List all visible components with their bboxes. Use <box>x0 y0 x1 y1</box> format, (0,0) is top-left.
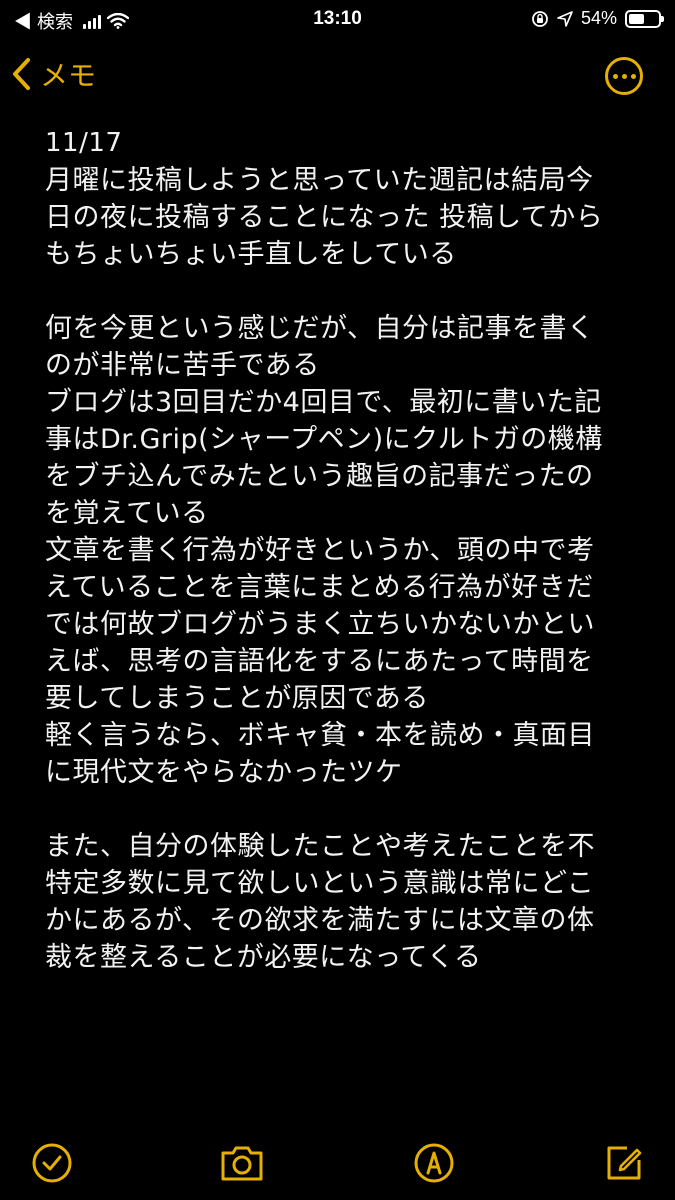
note-line: 日の夜に投稿することになった 投稿してから <box>45 202 604 233</box>
note-line: また、自分の体験したことや考えたことを不 <box>45 831 595 862</box>
note-line: 事はDr.Grip(シャープペン)にクルトガの機構 <box>45 424 603 455</box>
compose-icon <box>607 1146 642 1180</box>
back-button-label: メモ <box>40 59 97 92</box>
status-bar: ◀ 検索 13:10 54% <box>0 0 675 40</box>
battery-percent: 54% <box>580 8 617 28</box>
note-line: を覚えている <box>45 498 209 529</box>
note-line: 要してしまうことが原因である <box>45 683 429 714</box>
note-line: 文章を書く行為が好きというか、頭の中で考 <box>45 535 595 566</box>
ellipsis-circle-icon <box>612 73 618 79</box>
note-line: 何を今更という感じだが、自分は記事を書く <box>45 313 595 344</box>
new-note-button[interactable] <box>601 1140 647 1186</box>
chevron-left-icon <box>13 58 30 90</box>
note-line: 特定多数に見て欲しいという意識は常にどこ <box>45 868 595 899</box>
checkmark-circle-icon <box>32 1143 72 1183</box>
note-line: えていることを言葉にまとめる行為が好きだ <box>45 572 594 603</box>
note-blank-line <box>45 273 645 310</box>
note-blank-line <box>45 791 645 828</box>
scroll-fade <box>0 1080 675 1130</box>
note-line: をブチ込んでみたという趣旨の記事だったの <box>45 461 594 492</box>
note-line: えば、思考の言語化をするにあたって時間を <box>45 646 594 677</box>
note-line: かにあるが、その欲求を満たすには文章の体 <box>45 905 595 936</box>
back-button[interactable]: メモ <box>10 54 96 94</box>
note-line: では何故ブログがうまく立ちいかないかとい <box>45 609 595 640</box>
camera-button[interactable] <box>219 1140 265 1186</box>
note-line: 軽く言うなら、ボキャ貧・本を読め・真面目 <box>45 720 595 751</box>
note-line: のが非常に苦手である <box>45 350 320 381</box>
camera-icon <box>221 1146 263 1181</box>
location-arrow-icon <box>557 10 573 27</box>
note-line: 裁を整えることが必要になってくる <box>45 942 482 973</box>
markup-pen-icon <box>414 1143 454 1183</box>
note-body[interactable]: 11/17 月曜に投稿しようと思っていた週記は結局今 日の夜に投稿することになった… <box>45 125 645 1115</box>
bottom-toolbar <box>0 1130 675 1200</box>
checklist-button[interactable] <box>29 1140 75 1186</box>
note-date: 11/17 <box>45 128 123 158</box>
note-line: 月曜に投稿しようと思っていた週記は結局今 <box>45 165 594 196</box>
more-options-button[interactable] <box>605 57 643 95</box>
markup-button[interactable] <box>411 1140 457 1186</box>
battery-icon <box>625 9 664 28</box>
orientation-lock-icon <box>532 10 548 27</box>
note-line: ブログは3回目だか4回目で、最初に書いた記 <box>45 387 602 418</box>
battery-fill <box>629 13 644 24</box>
note-line: に現代文をやらなかったツケ <box>45 757 403 788</box>
status-right: 54% <box>531 8 664 29</box>
note-line: もちょいちょい手直しをしている <box>45 239 457 270</box>
